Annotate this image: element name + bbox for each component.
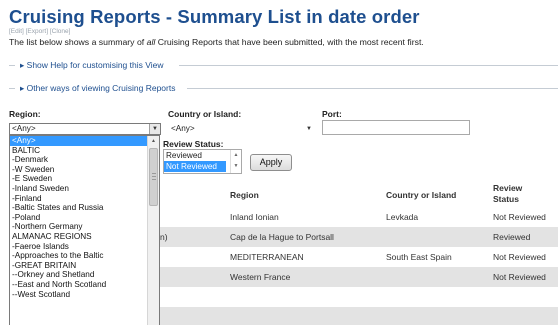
country-select[interactable]: <Any> ▼ <box>168 123 314 135</box>
table-row[interactable]: Inland Ionian Levkada Not Reviewed <box>160 207 558 227</box>
cell-region[interactable]: MEDITERRANEAN <box>230 252 304 262</box>
region-option[interactable]: -Finland <box>10 194 148 204</box>
scrollbar-thumb[interactable] <box>149 148 158 206</box>
region-option[interactable]: ALMANAC REGIONS <box>10 232 148 242</box>
region-option[interactable]: -W Sweden <box>10 165 148 175</box>
cell-status: Reviewed <box>493 232 531 242</box>
cell-status: Not Reviewed <box>493 212 546 222</box>
other-views-toggle-label: Other ways of viewing Cruising Reports <box>26 83 176 93</box>
port-label: Port: <box>322 109 342 119</box>
country-select-value: <Any> <box>171 124 195 133</box>
chevron-up-icon[interactable]: ▲ <box>231 150 241 161</box>
region-option[interactable]: -Poland <box>10 213 148 223</box>
region-option[interactable]: -Denmark <box>10 155 148 165</box>
chevron-down-icon[interactable]: ▼ <box>305 124 313 134</box>
region-option[interactable]: -GREAT BRITAIN <box>10 261 148 271</box>
region-option[interactable]: --West Scotland <box>10 290 148 300</box>
divider <box>9 65 15 66</box>
cell-region[interactable]: Inland Ionian <box>230 212 279 222</box>
cell-title-fragment[interactable]: n) <box>160 232 168 242</box>
region-option[interactable]: -Inland Sweden <box>10 184 148 194</box>
region-options-list[interactable]: <Any> BALTIC -Denmark -W Sweden -E Sweden -In… <box>10 136 148 299</box>
status-option-not-reviewed[interactable]: Not Reviewed <box>164 161 226 172</box>
grip-line <box>152 173 156 174</box>
table-row[interactable] <box>160 287 558 307</box>
chevron-down-icon[interactable]: ▼ <box>231 161 241 172</box>
divider <box>187 88 558 89</box>
review-status-label: Review Status: <box>163 139 224 149</box>
country-label: Country or Island: <box>168 109 242 119</box>
intro-text: The list below shows a summary of all Cr… <box>9 37 424 47</box>
help-toggle-link[interactable]: ▸ Show Help for customising this View <box>20 60 164 71</box>
intro-text-all: all <box>146 37 156 47</box>
region-option[interactable]: -Baltic States and Russia <box>10 203 148 213</box>
grip-line <box>152 179 156 180</box>
region-option[interactable]: --East and North Scotland <box>10 280 148 290</box>
other-views-collapsible[interactable]: ▸ Other ways of viewing Cruising Reports <box>9 83 558 95</box>
listbox-scrollbar[interactable]: ▲ ▼ <box>230 150 241 173</box>
region-label: Region: <box>9 109 41 119</box>
chevron-up-icon[interactable]: ▲ <box>148 136 159 147</box>
region-option[interactable]: -E Sweden <box>10 174 148 184</box>
apply-button[interactable]: Apply <box>250 154 292 171</box>
grip-line <box>152 176 156 177</box>
divider <box>9 88 15 89</box>
divider <box>179 65 558 66</box>
region-select-value: <Any> <box>12 124 36 133</box>
region-option[interactable]: --Orkney and Shetland <box>10 270 148 280</box>
table-row[interactable]: MEDITERRANEAN South East Spain Not Revie… <box>160 247 558 267</box>
column-header-country[interactable]: Country or Island <box>386 190 456 200</box>
triangle-right-icon: ▸ <box>20 60 25 70</box>
region-option[interactable]: BALTIC <box>10 146 148 156</box>
review-status-listbox[interactable]: Reviewed Not Reviewed ▲ ▼ <box>163 149 242 174</box>
region-option[interactable]: -Faeroe Islands <box>10 242 148 252</box>
edit-export-clone-links[interactable]: [Edit] [Export] [Clone] <box>9 28 70 35</box>
region-option[interactable]: -Northern Germany <box>10 222 148 232</box>
region-select[interactable]: <Any> ▼ <box>9 123 161 135</box>
table-header: Region Country or Island Review Status <box>160 180 558 207</box>
intro-text-b: Cruising Reports that have been submitte… <box>155 37 424 47</box>
column-header-review-status[interactable]: Review Status <box>493 183 548 204</box>
dropdown-scrollbar[interactable]: ▲ <box>147 136 159 325</box>
help-collapsible[interactable]: ▸ Show Help for customising this View <box>9 60 558 72</box>
table-row[interactable]: Western France Not Reviewed <box>160 267 558 287</box>
port-input[interactable] <box>322 120 470 135</box>
triangle-right-icon: ▸ <box>20 83 25 93</box>
table-row[interactable] <box>160 307 558 325</box>
cell-country: Levkada <box>386 212 419 222</box>
other-views-toggle-link[interactable]: ▸ Other ways of viewing Cruising Reports <box>20 83 175 94</box>
cell-region[interactable]: Cap de la Hague to Portsall <box>230 232 334 242</box>
region-dropdown-list[interactable]: <Any> BALTIC -Denmark -W Sweden -E Sweden -In… <box>9 135 160 325</box>
region-option[interactable]: <Any> <box>10 136 148 146</box>
column-header-region[interactable]: Region <box>230 190 259 200</box>
intro-text-a: The list below shows a summary of <box>9 37 147 47</box>
help-toggle-label: Show Help for customising this View <box>26 60 164 70</box>
table-row[interactable]: n) Cap de la Hague to Portsall Reviewed <box>160 227 558 247</box>
cell-status: Not Reviewed <box>493 272 546 282</box>
cell-status: Not Reviewed <box>493 252 546 262</box>
cell-country: South East Spain <box>386 252 452 262</box>
chevron-down-icon[interactable]: ▼ <box>149 124 160 134</box>
region-option[interactable]: -Approaches to the Baltic <box>10 251 148 261</box>
page-title: Cruising Reports - Summary List in date … <box>9 6 420 27</box>
cell-region[interactable]: Western France <box>230 272 290 282</box>
